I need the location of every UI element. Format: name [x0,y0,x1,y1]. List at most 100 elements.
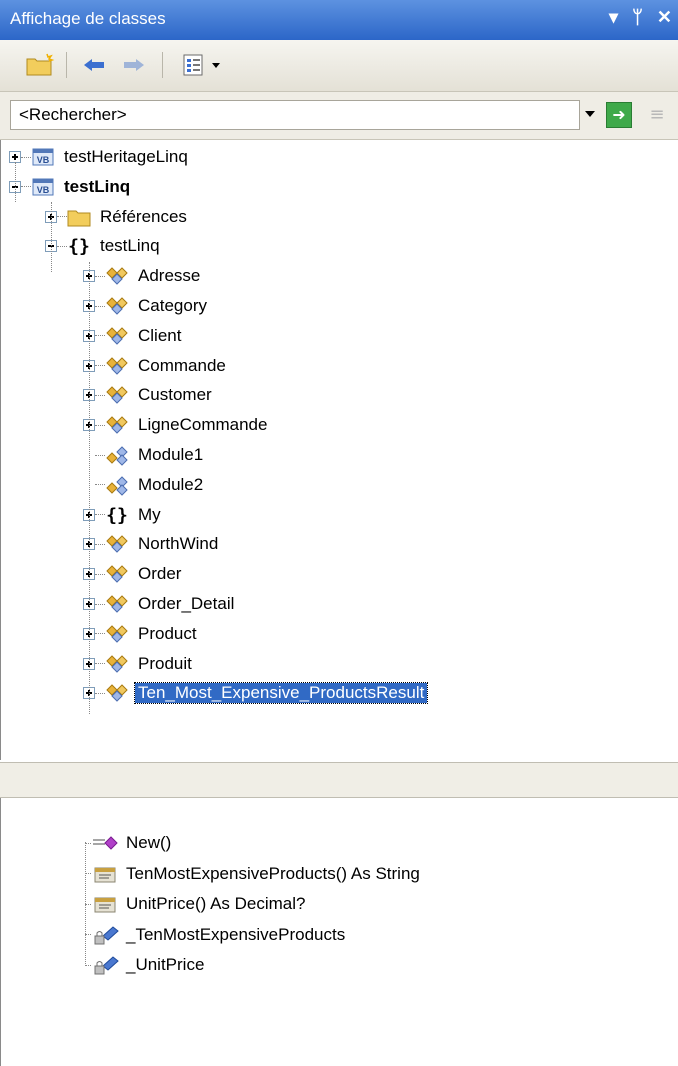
pin-icon[interactable]: ᛘ [632,7,643,28]
tree-node[interactable]: LigneCommande [83,410,270,440]
tree-node-label: Module1 [138,445,204,464]
svg-text:VB: VB [37,185,50,195]
tree-node[interactable]: Order [83,559,184,589]
svg-text:{}: {} [68,236,90,257]
tree-node[interactable]: Ten_Most_Expensive_ProductsResult [83,678,429,708]
tree-node-label: testLinq [100,236,160,256]
vb-project-icon: VB [31,146,55,168]
go-arrow-icon: ➜ [612,105,626,124]
tree-node[interactable]: Product [83,619,200,649]
tree-connector [51,202,52,272]
search-dropdown-icon[interactable] [584,108,596,120]
tree-node-label: Références [100,206,187,226]
tree-node[interactable]: Commande [83,351,229,381]
member-item[interactable]: TenMostExpensiveProducts() As String [85,859,423,889]
tree-connector [95,275,105,277]
namespace-icon: {} [105,504,129,526]
member-label: _TenMostExpensiveProducts [126,924,346,944]
clear-search-button[interactable]: ≡ [644,102,670,128]
class-icon [105,682,129,704]
member-item[interactable]: New() [85,828,174,858]
tree-node[interactable]: VB testLinq [9,172,133,202]
class-icon [105,355,129,377]
new-folder-icon [26,53,55,76]
tree-node-label: LigneCommande [138,415,268,435]
module-icon [105,444,129,466]
tree-node-label: Produit [138,653,192,673]
class-icon [105,384,129,406]
tree-node[interactable]: {} testLinq [45,231,163,261]
pane-splitter[interactable] [0,762,678,798]
close-icon[interactable]: ✕ [657,7,672,28]
method-icon [91,832,121,854]
tree-node[interactable]: Category [83,291,210,321]
tree-connector [95,543,105,545]
tree-node-label: Order_Detail [138,594,235,613]
tree-node-label: Ten_Most_Expensive_ProductsResult [133,682,429,705]
tree-node[interactable]: Module2 [83,470,206,500]
tree-connector [95,305,105,307]
tree-node-label: My [138,504,161,524]
tree-node[interactable]: Références [45,202,190,232]
property-icon [91,893,121,915]
class-icon [105,653,129,675]
class-icon [105,265,129,287]
tree-node-label: Adresse [138,266,201,286]
search-bar: <Rechercher> ➜ ≡ [0,92,678,140]
tree-node-label: testHeritageLinq [64,147,188,166]
window-controls: ▾ ᛘ ✕ [609,7,672,28]
toolbar [0,40,678,92]
class-icon [105,325,129,347]
private-field-icon [91,924,121,946]
tree-connector [21,186,31,188]
tree-node[interactable]: Adresse [83,261,203,291]
tree-connector [95,692,105,694]
tree-connector [15,162,16,202]
tree-node-label: NorthWind [138,534,219,554]
class-icon [105,414,129,436]
back-arrow-icon [84,59,104,71]
back-button[interactable] [80,52,108,78]
member-item[interactable]: _TenMostExpensiveProducts [85,920,348,950]
tree-node[interactable]: NorthWind [83,529,221,559]
tree-node[interactable]: Produit [83,649,195,679]
member-item[interactable]: UnitPrice() As Decimal? [85,889,309,919]
tree-node[interactable]: Module1 [83,440,206,470]
search-go-button[interactable]: ➜ [606,102,632,128]
toolbar-separator [162,52,163,78]
tree-connector [95,484,105,486]
tree-node[interactable]: Customer [83,380,215,410]
search-input[interactable]: <Rechercher> [10,100,580,130]
module-icon [105,474,129,496]
tree-node-label: Customer [138,385,212,405]
members-list[interactable]: New() TenMostExpensiveProducts() As Strin… [0,798,678,1066]
member-item[interactable]: _UnitPrice [85,950,207,980]
tree-node[interactable]: Order_Detail [83,589,237,619]
tree-node[interactable]: Client [83,321,184,351]
forward-button[interactable] [120,52,148,78]
tree-connector [57,245,67,247]
tree-node-label: Commande [138,355,226,375]
tree-connector [89,262,90,714]
class-icon [105,533,129,555]
tree-connector [21,156,31,158]
class-icon [105,623,129,645]
class-icon [105,563,129,585]
tree-node[interactable]: {} My [83,500,164,530]
tree-connector [95,633,105,635]
new-folder-button[interactable] [24,52,56,78]
tree-node-label: testLinq [64,176,131,196]
dropdown-menu-icon[interactable]: ▾ [609,7,618,28]
member-label: TenMostExpensiveProducts() As String [126,863,420,883]
chevron-down-icon [212,63,220,68]
class-tree[interactable]: VB testHeritageLinq VB testLinq Références {}… [0,140,678,760]
tree-node[interactable]: VB testHeritageLinq [9,142,191,172]
svg-text:VB: VB [37,155,50,165]
clear-search-icon: ≡ [649,104,665,125]
window-title: Affichage de classes [10,9,166,28]
view-settings-button[interactable] [176,52,226,78]
tree-connector [95,573,105,575]
tree-node-label: Order [138,564,182,584]
tree-connector [95,394,105,396]
private-field-icon [91,954,121,976]
